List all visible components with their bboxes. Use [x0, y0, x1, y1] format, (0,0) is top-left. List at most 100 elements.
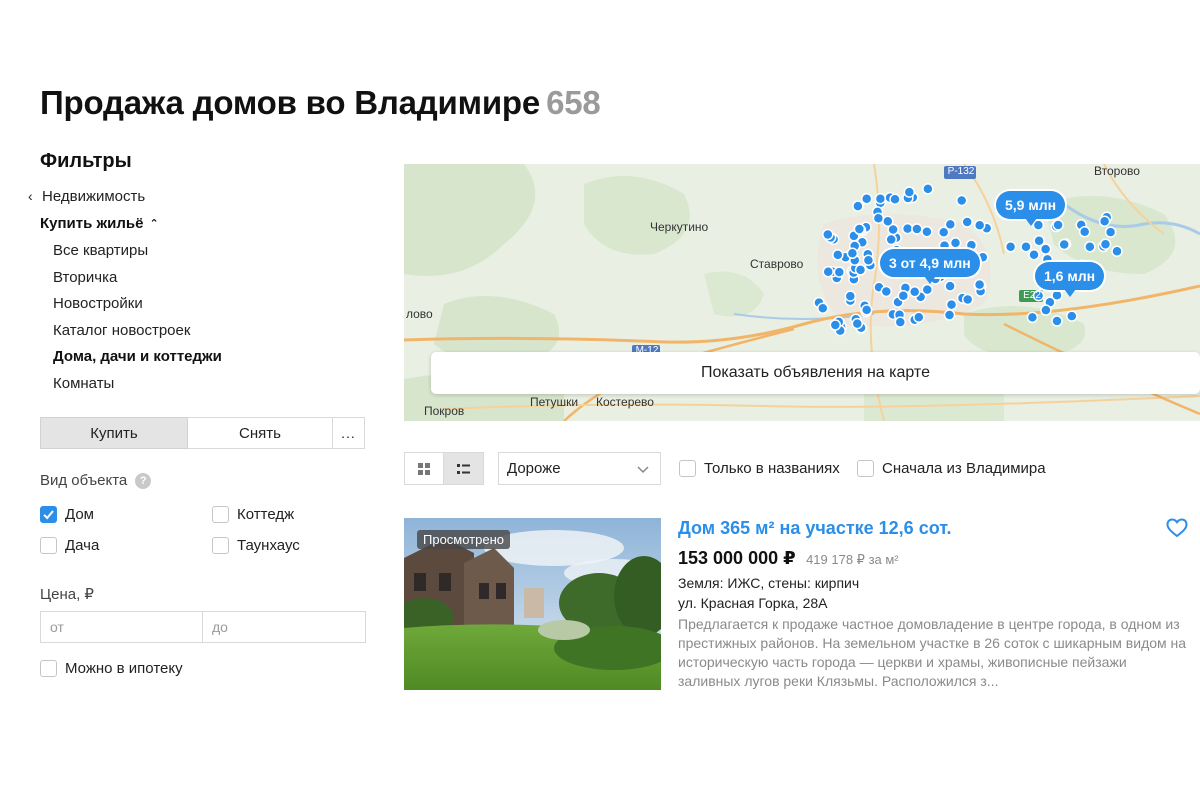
map-listing-marker[interactable]: [860, 193, 873, 205]
map-listing-marker[interactable]: [1066, 310, 1078, 322]
category-rooms[interactable]: Комнаты: [53, 371, 370, 398]
map-listing-marker[interactable]: [1078, 226, 1091, 238]
map-listing-marker[interactable]: [833, 266, 846, 278]
map-listing-marker[interactable]: [1098, 215, 1111, 228]
map-label-lovo: лово: [406, 307, 433, 321]
map-listing-marker[interactable]: [973, 219, 986, 231]
sort-select-value: Дороже: [507, 460, 561, 477]
map-price-pin[interactable]: 5,9 млн: [996, 191, 1066, 226]
listing-title[interactable]: Дом 365 м² на участке 12,6 сот.: [678, 518, 952, 539]
map-listing-marker[interactable]: [1052, 219, 1064, 231]
map-listing-marker[interactable]: [874, 192, 887, 205]
map-listing-marker[interactable]: [1051, 315, 1063, 327]
map-listing-marker[interactable]: [949, 237, 962, 249]
map-price-pin[interactable]: 3 от 4,9 млн: [880, 249, 980, 284]
map-listing-marker[interactable]: [1020, 240, 1032, 253]
map-listing-marker[interactable]: [1104, 226, 1117, 238]
favorite-heart-icon[interactable]: [1166, 518, 1188, 543]
map-price-pin[interactable]: 1,6 млн: [1035, 262, 1105, 297]
help-icon[interactable]: ?: [135, 472, 152, 489]
category-new-buildings[interactable]: Новостройки: [53, 291, 370, 318]
map-listing-marker[interactable]: [944, 280, 956, 292]
map-listing-marker[interactable]: [911, 223, 923, 235]
map-listing-marker[interactable]: [943, 309, 956, 321]
grid-view-button[interactable]: [404, 452, 444, 485]
map-listing-marker[interactable]: [913, 311, 925, 324]
category-new-buildings-catalog[interactable]: Каталог новостроек: [53, 318, 370, 345]
map-listing-marker[interactable]: [1099, 238, 1112, 250]
map-listing-marker[interactable]: [889, 193, 901, 205]
vladimir-first-checkbox[interactable]: Сначала из Владимира: [857, 460, 1046, 477]
map-listing-marker[interactable]: [822, 266, 834, 278]
map-listing-marker[interactable]: [882, 215, 894, 228]
map-listing-marker[interactable]: [846, 247, 859, 260]
checkbox-icon: [40, 537, 57, 554]
sort-select[interactable]: Дороже: [498, 452, 661, 485]
map-listing-marker[interactable]: [945, 298, 958, 311]
back-link-realty[interactable]: ‹ Недвижимость: [28, 185, 370, 207]
vladimir-first-label: Сначала из Владимира: [882, 460, 1046, 477]
map-listing-marker[interactable]: [862, 254, 875, 266]
map-listing-marker[interactable]: [851, 317, 864, 330]
buy-button[interactable]: Купить: [40, 417, 188, 449]
object-type-house[interactable]: Дом: [40, 506, 94, 523]
map-listing-marker[interactable]: [961, 293, 974, 306]
map-listing-marker[interactable]: [1040, 304, 1052, 316]
map-listing-marker[interactable]: [860, 304, 873, 316]
map-listing-marker[interactable]: [832, 249, 844, 261]
map-listing-marker[interactable]: [955, 194, 968, 207]
map-listing-marker[interactable]: [921, 225, 933, 238]
map-listing-marker[interactable]: [1084, 241, 1096, 253]
map-listing-marker[interactable]: [853, 223, 866, 235]
listing-price: 153 000 000 ₽ 419 178 ₽ за м²: [678, 548, 899, 569]
map-listing-marker[interactable]: [903, 186, 916, 198]
map-listing-marker[interactable]: [885, 233, 897, 246]
map-listing-marker[interactable]: [901, 222, 914, 235]
price-to-input[interactable]: [203, 611, 366, 643]
map-listing-marker[interactable]: [880, 285, 893, 298]
map-listing-marker[interactable]: [894, 316, 907, 328]
map-listing-marker[interactable]: [844, 290, 857, 302]
listing-photo[interactable]: Просмотрено: [404, 518, 661, 690]
map-listing-marker[interactable]: [1004, 241, 1017, 253]
map-listing-marker[interactable]: [822, 228, 834, 241]
filters-sidebar: Фильтры ‹ Недвижимость Купить жильё ⌃ Вс…: [28, 150, 370, 677]
map-listing-marker[interactable]: [1039, 243, 1052, 255]
object-type-dacha[interactable]: Дача: [40, 537, 99, 554]
object-type-cottage[interactable]: Коттедж: [212, 506, 294, 523]
map-listing-marker[interactable]: [961, 216, 973, 228]
map-listing-marker[interactable]: [854, 264, 867, 276]
category-all-flats[interactable]: Все квартиры: [53, 238, 370, 265]
listings-map[interactable]: Р-132 Второво Черкутино Ставрово лово E2…: [404, 164, 1200, 421]
map-listing-marker[interactable]: [1058, 238, 1070, 251]
map-listing-marker[interactable]: [1028, 248, 1040, 261]
map-listing-marker[interactable]: [1026, 311, 1039, 324]
map-listing-marker[interactable]: [872, 212, 885, 224]
map-listing-marker[interactable]: [829, 319, 842, 331]
object-type-townhouse[interactable]: Таунхаус: [212, 537, 300, 554]
category-houses[interactable]: Дома, дачи и коттеджи: [53, 344, 370, 371]
map-listing-marker[interactable]: [922, 183, 934, 195]
map-listing-marker[interactable]: [944, 218, 957, 231]
mortgage-checkbox[interactable]: Можно в ипотеку: [40, 660, 183, 677]
more-options-button[interactable]: ...: [333, 417, 365, 449]
map-label-petushki: Петушки: [530, 395, 579, 409]
map-listing-marker[interactable]: [973, 278, 986, 291]
map-listing-marker[interactable]: [921, 283, 934, 296]
show-on-map-button[interactable]: Показать объявления на карте: [431, 352, 1200, 394]
map-listing-marker[interactable]: [817, 302, 829, 314]
listing-card[interactable]: Просмотрено Дом 365 м² на участке 12,6 с…: [404, 518, 1200, 690]
map-listing-marker[interactable]: [908, 286, 921, 298]
map-listing-marker[interactable]: [1111, 245, 1123, 257]
map-listing-marker[interactable]: [852, 200, 864, 212]
object-type-dacha-label: Дача: [65, 537, 100, 554]
price-from-input[interactable]: [40, 611, 203, 643]
map-listing-marker[interactable]: [1051, 289, 1063, 301]
checkbox-icon: [212, 537, 229, 554]
category-buy-housing[interactable]: Купить жильё ⌃: [40, 212, 370, 234]
map-listing-marker[interactable]: [897, 289, 910, 302]
rent-button[interactable]: Снять: [188, 417, 333, 449]
category-secondary[interactable]: Вторичка: [53, 265, 370, 292]
only-in-titles-checkbox[interactable]: Только в названиях: [679, 460, 840, 477]
list-view-button[interactable]: [444, 452, 484, 485]
